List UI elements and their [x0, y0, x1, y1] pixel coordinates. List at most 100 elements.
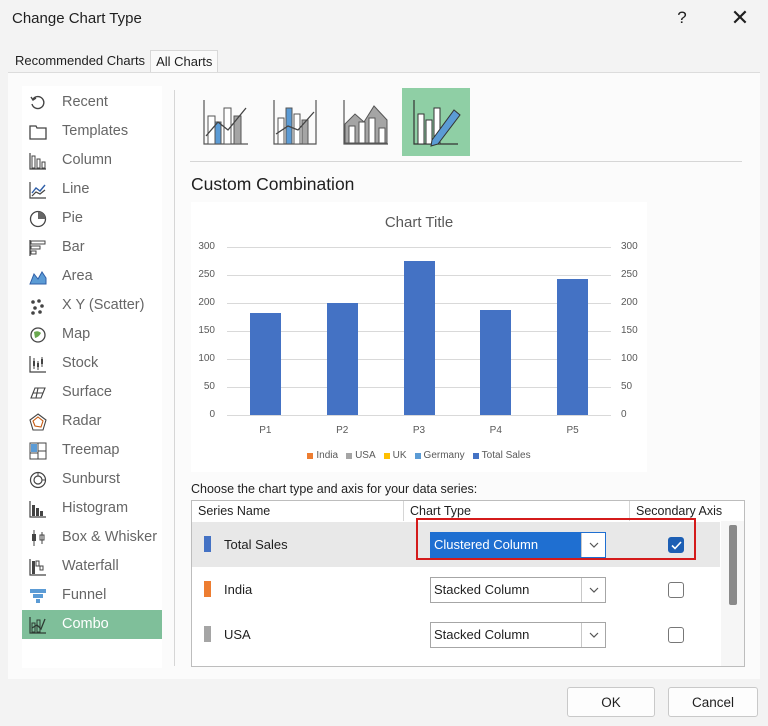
sidebar-item-map[interactable]: Map	[22, 320, 162, 349]
tab-all-charts[interactable]: All Charts	[150, 50, 219, 72]
sidebar-item-area[interactable]: Area	[22, 262, 162, 291]
chart-category-list: Recent Templates Column Line Pie Bar Are…	[22, 86, 162, 668]
sidebar-item-combo[interactable]: Combo	[22, 610, 162, 639]
recent-icon	[28, 93, 48, 113]
box-whisker-chart-icon	[28, 528, 48, 548]
sidebar-item-label: Bar	[62, 239, 85, 255]
sidebar-item-label: Line	[62, 181, 90, 197]
sunburst-chart-icon	[28, 470, 48, 490]
sidebar-item-label: Pie	[62, 210, 83, 226]
sidebar-item-radar[interactable]: Radar	[22, 407, 162, 436]
chart-type-dropdown[interactable]: Stacked Column	[430, 577, 606, 603]
sidebar-item-sunburst[interactable]: Sunburst	[22, 465, 162, 494]
dialog-title: Change Chart Type	[12, 10, 142, 27]
sidebar-item-funnel[interactable]: Funnel	[22, 581, 162, 610]
sidebar-item-label: Area	[62, 268, 93, 284]
series-instruction: Choose the chart type and axis for your …	[191, 482, 478, 496]
subtype-clustered-column-line[interactable]	[192, 88, 260, 156]
series-color-swatch	[204, 626, 211, 642]
y-tick-label: 300	[198, 241, 215, 252]
funnel-chart-icon	[28, 586, 48, 606]
highlight-annotation-box	[416, 518, 696, 560]
series-color-swatch	[204, 581, 211, 597]
scrollbar-thumb[interactable]	[729, 525, 737, 605]
y-tick-label: 100	[198, 353, 215, 364]
sidebar-item-templates[interactable]: Templates	[22, 117, 162, 146]
subtype-clustered-column-line-secondary[interactable]	[262, 88, 330, 156]
y-tick-label: 200	[198, 297, 215, 308]
help-button[interactable]: ?	[672, 8, 692, 28]
secondary-y-tick-label: 150	[621, 325, 638, 336]
sidebar-item-label: Combo	[62, 616, 109, 632]
legend-swatch	[307, 452, 314, 459]
x-tick-label: P2	[336, 425, 349, 436]
sidebar-item-waterfall[interactable]: Waterfall	[22, 552, 162, 581]
subtype-custom-combination[interactable]	[402, 88, 470, 156]
sidebar-item-label: Waterfall	[62, 558, 119, 574]
close-button[interactable]: ✕	[726, 4, 754, 32]
legend-item: Total Sales	[472, 450, 531, 461]
sidebar-item-label: Histogram	[62, 500, 129, 516]
secondary-y-tick-label: 50	[621, 381, 633, 392]
sidebar-item-stock[interactable]: Stock	[22, 349, 162, 378]
histogram-chart-icon	[28, 499, 48, 519]
ok-button[interactable]: OK	[567, 687, 655, 717]
sidebar-item-label: Radar	[62, 413, 102, 429]
sidebar-item-label: Map	[62, 326, 91, 342]
sidebar-item-bar[interactable]: Bar	[22, 233, 162, 262]
section-divider	[190, 161, 742, 162]
chart-bar	[557, 279, 589, 415]
scatter-chart-icon	[28, 296, 48, 316]
legend-label: UK	[392, 450, 407, 461]
legend-item: UK	[383, 450, 407, 461]
column-chart-icon	[28, 151, 48, 171]
sidebar-item-scatter[interactable]: X Y (Scatter)	[22, 291, 162, 320]
pie-chart-icon	[28, 209, 48, 229]
series-table-scrollbar[interactable]	[721, 521, 744, 666]
sidebar-item-recent[interactable]: Recent	[22, 88, 162, 117]
x-tick-label: P3	[412, 425, 426, 436]
series-row-usa[interactable]: USA Stacked Column	[192, 612, 720, 657]
x-tick-label: P5	[566, 425, 579, 436]
radar-chart-icon	[28, 412, 48, 432]
chevron-down-icon[interactable]	[581, 623, 605, 647]
chart-type-dropdown[interactable]: Stacked Column	[430, 622, 606, 648]
series-name: India	[224, 582, 253, 597]
stock-chart-icon	[28, 354, 48, 374]
section-title: Custom Combination	[191, 174, 355, 194]
line-chart-icon	[28, 180, 48, 200]
legend-label: Germany	[423, 450, 465, 461]
x-tick-label: P4	[489, 425, 502, 436]
legend-item: India	[307, 450, 338, 461]
series-row-india[interactable]: India Stacked Column	[192, 567, 720, 612]
area-chart-icon	[28, 267, 48, 287]
sidebar-divider	[174, 90, 175, 666]
sidebar-item-column[interactable]: Column	[22, 146, 162, 175]
legend-label: Total Sales	[481, 450, 531, 461]
chart-preview: Chart Title India USA UK Germany Total Sales…	[191, 202, 647, 472]
subtype-stacked-area-clustered-column[interactable]	[332, 88, 400, 156]
sidebar-item-pie[interactable]: Pie	[22, 204, 162, 233]
templates-icon	[28, 122, 48, 142]
sidebar-item-label: Column	[62, 152, 112, 168]
tab-recommended-charts[interactable]: Recommended Charts	[10, 50, 150, 72]
sidebar-item-line[interactable]: Line	[22, 175, 162, 204]
chevron-down-icon[interactable]	[581, 578, 605, 602]
sidebar-item-treemap[interactable]: Treemap	[22, 436, 162, 465]
legend-swatch	[414, 452, 421, 459]
series-color-swatch	[204, 536, 211, 552]
sidebar-item-label: Recent	[62, 94, 108, 110]
chart-legend: India USA UK Germany Total Sales	[191, 450, 647, 461]
title-bar: Change Chart Type ? ✕	[0, 0, 768, 38]
y-tick-label: 0	[209, 409, 215, 420]
legend-swatch	[472, 452, 479, 459]
secondary-axis-checkbox[interactable]	[668, 582, 684, 598]
sidebar-item-histogram[interactable]: Histogram	[22, 494, 162, 523]
secondary-y-tick-label: 300	[621, 241, 638, 252]
legend-label: USA	[355, 450, 376, 461]
secondary-axis-checkbox[interactable]	[668, 627, 684, 643]
waterfall-chart-icon	[28, 557, 48, 577]
sidebar-item-surface[interactable]: Surface	[22, 378, 162, 407]
sidebar-item-box-whisker[interactable]: Box & Whisker	[22, 523, 162, 552]
cancel-button[interactable]: Cancel	[668, 687, 758, 717]
